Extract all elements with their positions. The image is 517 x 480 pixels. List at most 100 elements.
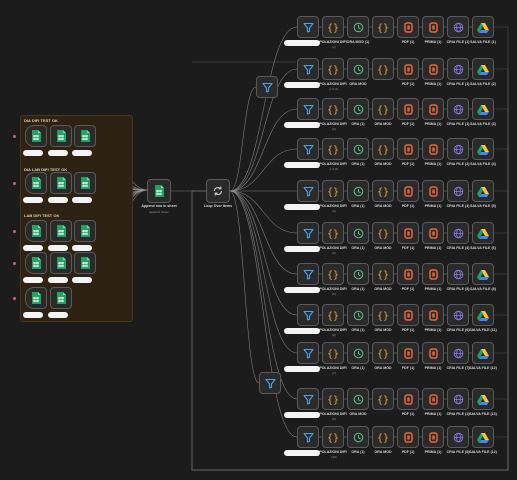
row-5-node-8[interactable] <box>472 180 494 202</box>
row-5-node-5[interactable] <box>397 180 419 202</box>
sheets-trigger-node-3[interactable] <box>74 125 96 147</box>
row-10-node-8[interactable] <box>472 388 494 410</box>
row-10-node-3[interactable] <box>347 388 369 410</box>
trigger-handle[interactable] <box>13 297 16 300</box>
row-2-node-5[interactable] <box>397 58 419 80</box>
row-9-node-6[interactable] <box>422 342 444 364</box>
sheets-trigger-node-9[interactable] <box>74 220 96 242</box>
row-1-node-1[interactable] <box>297 16 319 38</box>
row-9-node-8[interactable] <box>472 342 494 364</box>
row-10-node-2[interactable]: {} <box>322 388 344 410</box>
row-3-node-2[interactable]: {} <box>322 98 344 120</box>
row-7-node-1[interactable] <box>297 263 319 285</box>
row-11-node-1[interactable] <box>297 426 319 448</box>
row-11-node-5[interactable] <box>397 426 419 448</box>
row-4-node-7[interactable] <box>447 138 469 160</box>
row-7-node-5[interactable] <box>397 263 419 285</box>
row-5-node-4[interactable]: {} <box>372 180 394 202</box>
row-11-node-4[interactable]: {} <box>372 426 394 448</box>
row-4-node-3[interactable] <box>347 138 369 160</box>
row-2-node-2[interactable]: {} <box>322 58 344 80</box>
row-3-node-1[interactable] <box>297 98 319 120</box>
row-1-node-8[interactable] <box>472 16 494 38</box>
row-1-node-7[interactable] <box>447 16 469 38</box>
trigger-handle[interactable] <box>13 135 16 138</box>
row-8-node-8[interactable] <box>472 304 494 326</box>
row-3-node-6[interactable] <box>422 98 444 120</box>
row-3-node-5[interactable] <box>397 98 419 120</box>
row-5-node-6[interactable] <box>422 180 444 202</box>
sheets-trigger-node-12[interactable] <box>74 252 96 274</box>
row-8-node-5[interactable] <box>397 304 419 326</box>
row-4-node-4[interactable]: {} <box>372 138 394 160</box>
sheets-trigger-node-10[interactable] <box>25 252 47 274</box>
sheets-trigger-node-1[interactable] <box>25 125 47 147</box>
row-9-node-3[interactable] <box>347 342 369 364</box>
row-3-node-8[interactable] <box>472 98 494 120</box>
row-8-node-3[interactable] <box>347 304 369 326</box>
sheets-trigger-node-6[interactable] <box>74 172 96 194</box>
row-10-node-5[interactable] <box>397 388 419 410</box>
row-2-node-8[interactable] <box>472 58 494 80</box>
row-2-node-3[interactable] <box>347 58 369 80</box>
row-6-node-3[interactable] <box>347 222 369 244</box>
filter-node-bottom[interactable] <box>259 372 281 394</box>
row-4-node-6[interactable] <box>422 138 444 160</box>
trigger-handle[interactable] <box>13 262 16 265</box>
row-5-node-2[interactable]: {} <box>322 180 344 202</box>
row-8-node-7[interactable] <box>447 304 469 326</box>
row-6-node-1[interactable] <box>297 222 319 244</box>
row-10-node-1[interactable] <box>297 388 319 410</box>
row-2-node-1[interactable] <box>297 58 319 80</box>
row-11-node-2[interactable]: {} <box>322 426 344 448</box>
row-3-node-4[interactable]: {} <box>372 98 394 120</box>
row-4-node-5[interactable] <box>397 138 419 160</box>
row-11-node-8[interactable] <box>472 426 494 448</box>
workflow-canvas[interactable]: DIA DIFI TEST OK DIA LAB DIFI TEST OK LA… <box>0 0 517 480</box>
sheets-trigger-node-8[interactable] <box>50 220 72 242</box>
append-row-node[interactable] <box>147 179 171 203</box>
row-1-node-2[interactable]: {} <box>322 16 344 38</box>
row-10-node-4[interactable]: {} <box>372 388 394 410</box>
row-9-node-4[interactable]: {} <box>372 342 394 364</box>
row-8-node-6[interactable] <box>422 304 444 326</box>
row-11-node-6[interactable] <box>422 426 444 448</box>
sheets-trigger-node-2[interactable] <box>50 125 72 147</box>
row-5-node-7[interactable] <box>447 180 469 202</box>
row-9-node-2[interactable]: {} <box>322 342 344 364</box>
row-1-node-4[interactable]: {} <box>372 16 394 38</box>
trigger-handle[interactable] <box>13 182 16 185</box>
row-4-node-2[interactable]: {} <box>322 138 344 160</box>
sheets-trigger-node-14[interactable] <box>50 287 72 309</box>
row-9-node-1[interactable] <box>297 342 319 364</box>
sheets-trigger-node-13[interactable] <box>25 287 47 309</box>
trigger-handle[interactable] <box>13 230 16 233</box>
row-6-node-7[interactable] <box>447 222 469 244</box>
row-1-node-6[interactable] <box>422 16 444 38</box>
row-7-node-4[interactable]: {} <box>372 263 394 285</box>
sheets-trigger-node-7[interactable] <box>25 220 47 242</box>
row-7-node-6[interactable] <box>422 263 444 285</box>
row-11-node-3[interactable] <box>347 426 369 448</box>
row-7-node-8[interactable] <box>472 263 494 285</box>
sheets-trigger-node-11[interactable] <box>50 252 72 274</box>
row-7-node-3[interactable] <box>347 263 369 285</box>
row-2-node-7[interactable] <box>447 58 469 80</box>
row-9-node-5[interactable] <box>397 342 419 364</box>
row-6-node-5[interactable] <box>397 222 419 244</box>
row-4-node-1[interactable] <box>297 138 319 160</box>
row-3-node-3[interactable] <box>347 98 369 120</box>
row-11-node-7[interactable] <box>447 426 469 448</box>
row-9-node-7[interactable] <box>447 342 469 364</box>
row-7-node-2[interactable]: {} <box>322 263 344 285</box>
row-1-node-3[interactable] <box>347 16 369 38</box>
filter-node-top[interactable] <box>256 76 278 98</box>
row-2-node-4[interactable]: {} <box>372 58 394 80</box>
row-6-node-4[interactable]: {} <box>372 222 394 244</box>
row-5-node-3[interactable] <box>347 180 369 202</box>
row-6-node-6[interactable] <box>422 222 444 244</box>
row-6-node-2[interactable]: {} <box>322 222 344 244</box>
row-8-node-1[interactable] <box>297 304 319 326</box>
row-4-node-8[interactable] <box>472 138 494 160</box>
row-5-node-1[interactable] <box>297 180 319 202</box>
